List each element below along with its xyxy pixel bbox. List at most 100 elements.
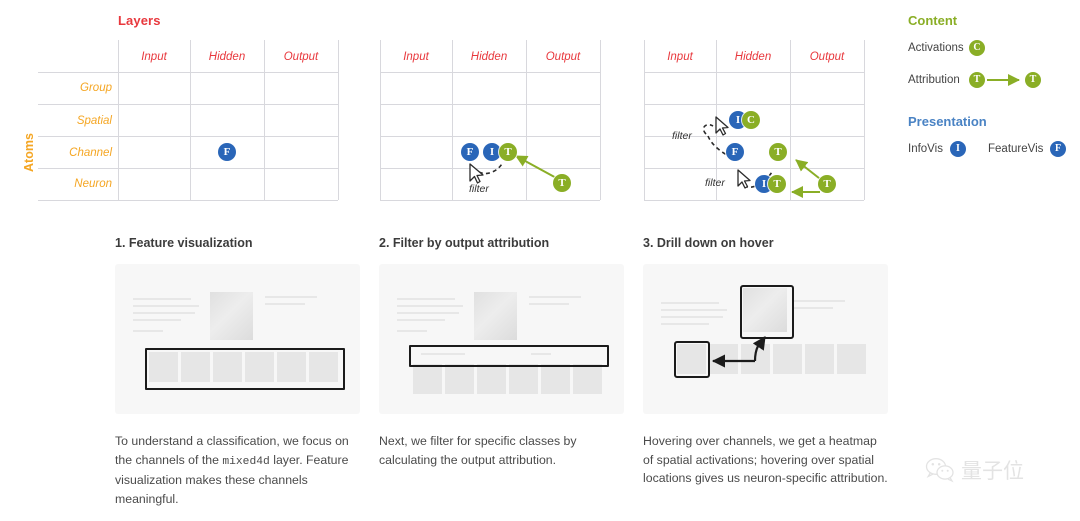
grid-line: [644, 168, 864, 169]
step-thumbnail[interactable]: [643, 264, 888, 414]
badge-featurevis[interactable]: F: [461, 143, 479, 161]
mock-line: [133, 330, 163, 332]
highlight-box-channels: [145, 348, 345, 390]
grid-line: [716, 40, 717, 200]
grid-line: [864, 40, 865, 200]
legend-heading-presentation: Presentation: [908, 114, 987, 129]
mock-tile: [445, 364, 474, 394]
grid-line: [380, 72, 600, 73]
mock-line: [397, 319, 445, 321]
grid-line: [38, 136, 338, 137]
grid-line: [190, 40, 191, 200]
mock-tile: [773, 344, 802, 374]
legend-badge-featurevis: F: [1050, 141, 1066, 157]
badge-attribution-source[interactable]: T: [818, 175, 836, 193]
row-header-channel: Channel: [69, 147, 112, 159]
mock-tile: [509, 364, 538, 394]
mock-line: [265, 296, 317, 298]
mock-line: [397, 298, 455, 300]
mock-tile: [477, 364, 506, 394]
mock-image: [474, 292, 517, 340]
legend-badge-attribution-to: T: [1025, 72, 1041, 88]
highlight-box-filter-bar: [409, 345, 609, 367]
column-header-output: Output: [283, 51, 319, 63]
mock-line: [793, 300, 845, 302]
screenshot-root: Layers Atoms Input Hidden Output Group S…: [0, 0, 1080, 521]
mock-image: [210, 292, 253, 340]
mock-tile: [709, 344, 738, 374]
step-body: To understand a classification, we focus…: [115, 432, 360, 508]
mock-line: [133, 305, 199, 307]
legend-label-infovis: InfoVis: [908, 143, 943, 155]
step-title: 2. Filter by output attribution: [379, 236, 550, 250]
column-header-input: Input: [667, 51, 693, 63]
column-header-hidden: Hidden: [470, 51, 508, 63]
mock-line: [397, 330, 427, 332]
mock-line: [529, 296, 581, 298]
step-card-2: 2. Filter by output attribution Next, we…: [379, 236, 624, 471]
row-header-neuron: Neuron: [74, 178, 112, 190]
row-header-group: Group: [80, 82, 112, 94]
mock-line: [661, 316, 723, 318]
grid-line: [380, 168, 600, 169]
highlight-box-heatmap: [740, 285, 794, 339]
mock-line: [661, 323, 709, 325]
badge-attribution-channel[interactable]: T: [769, 143, 787, 161]
filter-label: filter: [469, 183, 489, 195]
grid-line: [380, 200, 600, 201]
column-header-input: Input: [141, 51, 167, 63]
mock-line: [265, 303, 305, 305]
column-header-input: Input: [403, 51, 429, 63]
grid-line: [644, 200, 864, 201]
grid-line: [38, 72, 338, 73]
grid-line: [380, 104, 600, 105]
badge-attribution[interactable]: T: [499, 143, 517, 161]
grid-line: [600, 40, 601, 200]
column-header-hidden: Hidden: [208, 51, 246, 63]
grid-line: [118, 40, 119, 200]
legend-heading-content: Content: [908, 13, 958, 28]
grid-line: [644, 104, 864, 105]
step-body: Next, we filter for specific classes by …: [379, 432, 624, 471]
grid-line: [38, 200, 338, 201]
badge-attribution-neuron[interactable]: T: [768, 175, 786, 193]
mock-line: [661, 302, 719, 304]
grid-line: [338, 40, 339, 200]
grid-line: [644, 72, 864, 73]
badge-featurevis[interactable]: F: [726, 143, 744, 161]
step-body: Hovering over channels, we get a heatmap…: [643, 432, 888, 490]
mock-line: [661, 309, 727, 311]
legend-badge-attribution-from: T: [969, 72, 985, 88]
step-body-part-1: Hovering over channels, we get a heatmap…: [643, 434, 888, 485]
mock-tile: [741, 344, 770, 374]
badge-activations[interactable]: C: [742, 111, 760, 129]
mock-tile: [837, 344, 866, 374]
grid-line: [380, 40, 381, 200]
step-card-1: 1. Feature visualization To understand a…: [115, 236, 360, 508]
badge-attribution-output[interactable]: T: [553, 174, 571, 192]
mock-line: [133, 312, 195, 314]
mock-tile: [413, 364, 442, 394]
mock-line: [133, 298, 191, 300]
step-thumbnail[interactable]: [115, 264, 360, 414]
mock-line: [397, 312, 459, 314]
step-title: 1. Feature visualization: [115, 236, 253, 250]
row-header-spatial: Spatial: [76, 115, 112, 127]
mock-line: [397, 305, 463, 307]
layers-axis-title: Layers: [118, 13, 161, 28]
mock-tile: [541, 364, 570, 394]
column-header-output: Output: [545, 51, 581, 63]
legend-label-featurevis: FeatureVis: [988, 143, 1044, 155]
watermark-text: 量子位: [961, 459, 1024, 483]
legend-badge-infovis: I: [950, 141, 966, 157]
step-thumbnail[interactable]: [379, 264, 624, 414]
mock-tile: [573, 364, 602, 394]
step-body-part-1: Next, we filter for specific classes by …: [379, 434, 577, 467]
legend-badge-activations: C: [969, 40, 985, 56]
mock-line: [793, 307, 833, 309]
grid-line: [38, 104, 338, 105]
badge-featurevis[interactable]: F: [218, 143, 236, 161]
grid-line: [452, 40, 453, 200]
grid-line: [38, 168, 338, 169]
step-title: 3. Drill down on hover: [643, 236, 774, 250]
